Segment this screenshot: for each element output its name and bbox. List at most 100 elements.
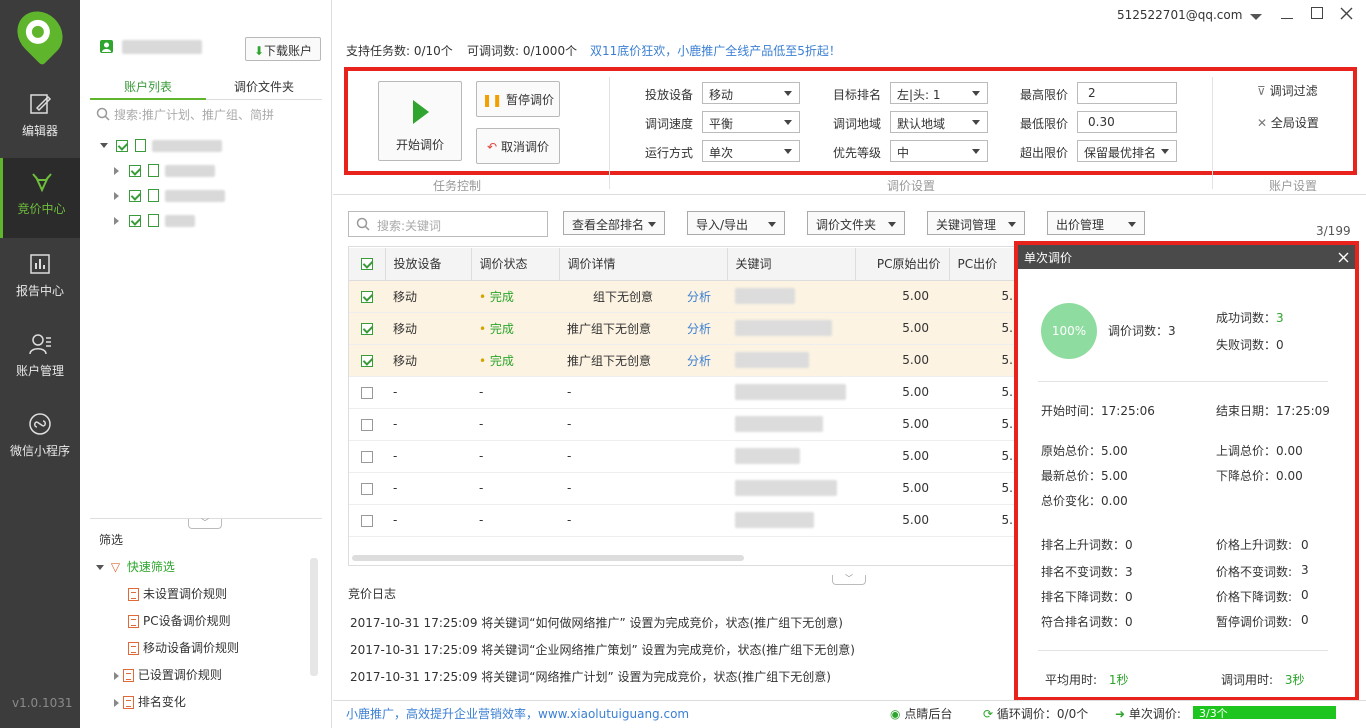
popup-close-icon[interactable]: [1338, 252, 1349, 263]
row-checkbox[interactable]: [361, 386, 373, 399]
col-pc-bid[interactable]: PC出价: [949, 248, 1020, 281]
table-row[interactable]: - - - 5.00 5.: [349, 408, 1019, 441]
orig-total: 原始总价：5.00: [1041, 444, 1128, 458]
row-checkbox[interactable]: [361, 354, 373, 367]
tree-node[interactable]: [114, 188, 226, 202]
priority-select[interactable]: 中: [890, 140, 988, 162]
eye-backend-button[interactable]: ◉ 点睛后台: [890, 705, 952, 722]
device-label: 投放设备: [645, 88, 694, 102]
tab-label: 账户列表: [123, 80, 172, 94]
close-icon[interactable]: [1340, 7, 1353, 20]
min-input[interactable]: 0.30: [1077, 111, 1177, 133]
device-select[interactable]: 移动: [702, 82, 800, 104]
tree-node[interactable]: [114, 163, 216, 177]
row-checkbox[interactable]: [361, 514, 373, 527]
row-checkbox[interactable]: [361, 418, 373, 431]
view-all-rank-dropdown[interactable]: 查看全部排名: [563, 211, 665, 235]
analyze-link[interactable]: 分析: [687, 290, 711, 304]
expand-icon[interactable]: [114, 671, 119, 680]
maximize-icon[interactable]: [1311, 7, 1323, 19]
over-select[interactable]: 保留最优排名: [1077, 140, 1177, 162]
collapse-handle[interactable]: ﹀: [832, 575, 866, 585]
table-row[interactable]: - - - 5.00 5.: [349, 504, 1019, 537]
rank-select[interactable]: 左|头: 1: [890, 82, 988, 104]
global-settings-button[interactable]: ✕ 全局设置: [1257, 114, 1319, 131]
quick-filter[interactable]: ▽ 快速筛选: [96, 558, 175, 575]
cell-pc-bid: 5.: [1001, 481, 1013, 495]
col-keyword[interactable]: 关键词: [727, 248, 856, 281]
filter-item[interactable]: 未设置调价规则: [128, 585, 227, 602]
table-row[interactable]: 移动 • 完成 推广组下无创意 分析 5.00 5.: [349, 312, 1019, 345]
keyword-manage-dropdown[interactable]: 关键词管理: [927, 211, 1025, 235]
tree-checkbox[interactable]: [128, 189, 141, 202]
select-all-checkbox[interactable]: [360, 258, 373, 271]
plan-icon: [147, 214, 159, 227]
col-pc-orig[interactable]: PC原始出价: [855, 248, 950, 281]
tab-account-list[interactable]: 账户列表: [90, 78, 206, 100]
start-bid-button[interactable]: 开始调价: [378, 81, 462, 161]
account-search-input[interactable]: 搜索:推广计划、推广组、简拼: [90, 104, 322, 126]
analyze-link[interactable]: 分析: [687, 322, 711, 336]
tree-checkbox[interactable]: [128, 164, 141, 177]
filter-item[interactable]: 移动设备调价规则: [128, 639, 239, 656]
table-row[interactable]: - - - 5.00 5.: [349, 376, 1019, 409]
keyword-search-input[interactable]: 搜索:关键词: [348, 211, 548, 237]
filter-item[interactable]: PC设备调价规则: [128, 612, 231, 629]
minimize-icon[interactable]: [1281, 18, 1293, 19]
mode-select[interactable]: 单次: [702, 140, 800, 162]
region-select[interactable]: 默认地域: [890, 111, 988, 133]
table-row[interactable]: 移动 • 完成 组下无创意 分析 5.00 5.: [349, 280, 1019, 313]
nav-bidding-center[interactable]: 竞价中心: [0, 158, 80, 238]
filter-item[interactable]: 已设置调价规则: [114, 666, 222, 683]
row-checkbox[interactable]: [361, 482, 373, 495]
tree-root[interactable]: [100, 138, 223, 152]
row-checkbox[interactable]: [361, 450, 373, 463]
nav-report-center[interactable]: 报告中心: [0, 240, 80, 320]
nav-account-manage[interactable]: 账户管理: [0, 320, 80, 400]
expand-icon[interactable]: [114, 698, 119, 707]
speed-select[interactable]: 平衡: [702, 111, 800, 133]
download-account-button[interactable]: ⬇下载账户: [245, 37, 321, 61]
promo-link[interactable]: 双11底价狂欢，小鹿推广全线产品低至5折起！: [590, 42, 841, 59]
tab-bid-folder[interactable]: 调价文件夹: [206, 78, 322, 100]
cancel-bid-button[interactable]: ↶ 取消调价: [476, 128, 560, 164]
slogan-link[interactable]: 小鹿推广，高效提升企业营销效率，www.xiaolutuiguang.com: [346, 705, 689, 722]
loop-bid-status: ⟳ 循环调价：0/0个: [983, 705, 1088, 722]
row-count: 3/199: [1316, 224, 1351, 238]
nav-wechat-mini[interactable]: 微信小程序: [0, 400, 80, 480]
expand-icon[interactable]: [114, 216, 119, 225]
filter-settings-button[interactable]: ⊽ 调词过滤: [1257, 82, 1318, 99]
nav-editor[interactable]: 编辑器: [0, 80, 80, 160]
import-export-dropdown[interactable]: 导入/导出: [687, 211, 785, 235]
table-row[interactable]: - - - 5.00 5.: [349, 440, 1019, 473]
collapse-handle[interactable]: ﹀: [188, 519, 222, 529]
tree-checkbox[interactable]: [115, 139, 128, 152]
expand-icon[interactable]: [114, 166, 119, 175]
col-device[interactable]: 投放设备: [385, 248, 472, 281]
table-hscrollbar[interactable]: [352, 555, 744, 561]
pause-bid-button[interactable]: ❚❚ 暂停调价: [476, 81, 560, 117]
tree-node[interactable]: [114, 213, 196, 227]
bid-manage-dropdown[interactable]: 出价管理: [1047, 211, 1145, 235]
table-row[interactable]: 移动 • 完成 推广组下无创意 分析 5.00 5.: [349, 344, 1019, 377]
cell-device: -: [393, 513, 398, 527]
col-status[interactable]: 调价状态: [471, 248, 560, 281]
bid-folder-dropdown[interactable]: 调价文件夹: [807, 211, 905, 235]
max-input[interactable]: 2: [1077, 82, 1177, 104]
left-nav: 编辑器 竞价中心 报告中心 账户管理 微信小程序 v1.0.1031: [0, 0, 80, 728]
row-checkbox[interactable]: [361, 290, 373, 303]
expand-icon[interactable]: [96, 565, 104, 570]
user-green-icon: [100, 40, 113, 53]
row-checkbox[interactable]: [361, 322, 373, 335]
user-menu-icon[interactable]: [1250, 14, 1262, 20]
filter-item[interactable]: 排名变化: [114, 693, 186, 710]
end-time: 结束日期：17:25:09: [1216, 404, 1330, 418]
filter-scrollbar[interactable]: [310, 558, 318, 676]
tree-checkbox[interactable]: [128, 214, 141, 227]
table-row[interactable]: - - - 5.00 5.: [349, 472, 1019, 505]
col-detail[interactable]: 调价详情: [559, 248, 728, 281]
expand-icon[interactable]: [100, 143, 108, 148]
expand-icon[interactable]: [114, 191, 119, 200]
analyze-link[interactable]: 分析: [687, 354, 711, 368]
blurred-keyword: [735, 384, 846, 400]
